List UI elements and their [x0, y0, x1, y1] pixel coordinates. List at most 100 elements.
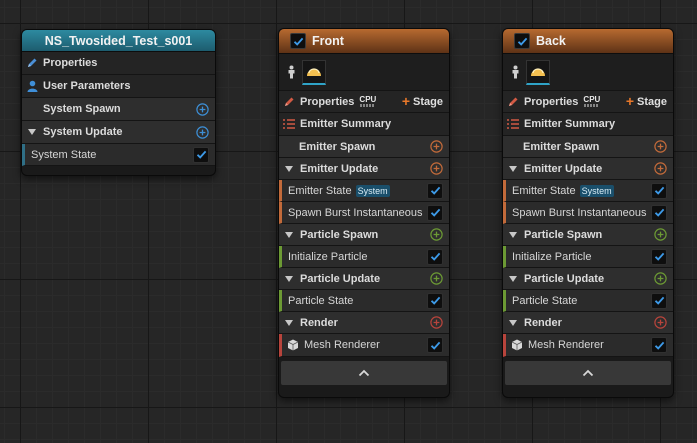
collapse-arrow-icon[interactable] — [285, 275, 293, 282]
plus-circle-icon[interactable] — [430, 272, 443, 285]
plus-circle-icon[interactable] — [654, 162, 667, 175]
system-properties-row[interactable]: Properties — [22, 52, 215, 75]
particle-spawn-row[interactable]: Particle Spawn — [503, 224, 673, 246]
system-spawn-label: System Spawn — [43, 103, 121, 115]
emitter-state-checkbox[interactable] — [427, 182, 443, 199]
checkmark-icon — [196, 150, 206, 159]
emitter-enabled-checkbox[interactable] — [514, 33, 530, 49]
emitter-properties-row[interactable]: Properties CPU + Stage — [279, 91, 449, 113]
initialize-particle-row[interactable]: Initialize Particle — [279, 246, 449, 268]
collapse-button[interactable] — [281, 361, 447, 385]
system-state-label: System State — [31, 148, 97, 161]
system-state-checkbox[interactable] — [193, 146, 209, 163]
add-stage-button[interactable]: + Stage — [626, 94, 667, 108]
emitter-header[interactable]: Back — [503, 29, 673, 54]
figure-icon — [511, 65, 520, 79]
mesh-renderer-label: Mesh Renderer — [528, 339, 604, 351]
render-row[interactable]: Render — [279, 312, 449, 334]
cube-icon — [287, 339, 299, 351]
emitter-spawn-row[interactable]: Emitter Spawn — [279, 136, 449, 158]
emitter-node-front[interactable]: Front Properties CPU + Stage Emitter Sum… — [278, 28, 450, 398]
collapse-button[interactable] — [505, 361, 671, 385]
plus-circle-icon[interactable] — [430, 140, 443, 153]
emitter-update-row[interactable]: Emitter Update — [279, 158, 449, 180]
collapse-arrow-icon[interactable] — [509, 165, 517, 172]
mesh-renderer-row[interactable]: Mesh Renderer — [503, 334, 673, 357]
collapse-arrow-icon[interactable] — [28, 129, 36, 135]
particle-state-checkbox[interactable] — [427, 292, 443, 309]
user-parameters-row[interactable]: User Parameters — [22, 75, 215, 98]
emitter-thumbnail[interactable] — [302, 59, 326, 85]
particle-spawn-row[interactable]: Particle Spawn — [279, 224, 449, 246]
spawn-burst-row[interactable]: Spawn Burst Instantaneous — [279, 202, 449, 224]
particle-state-row[interactable]: Particle State — [503, 290, 673, 312]
initialize-particle-row[interactable]: Initialize Particle — [503, 246, 673, 268]
collapse-arrow-icon[interactable] — [285, 319, 293, 326]
mesh-renderer-checkbox[interactable] — [651, 337, 667, 353]
emitter-state-row[interactable]: Emitter State System — [503, 180, 673, 202]
spawn-burst-checkbox[interactable] — [427, 204, 443, 221]
emitter-spawn-row[interactable]: Emitter Spawn — [503, 136, 673, 158]
cpu-icon: CPU — [359, 94, 377, 108]
plus-circle-icon[interactable] — [430, 316, 443, 329]
collapse-arrow-icon[interactable] — [285, 165, 293, 172]
emitter-update-row[interactable]: Emitter Update — [503, 158, 673, 180]
list-icon — [507, 119, 519, 129]
emitter-summary-row[interactable]: Emitter Summary — [503, 113, 673, 136]
plus-circle-icon[interactable] — [654, 272, 667, 285]
collapse-arrow-icon[interactable] — [509, 275, 517, 282]
initialize-particle-checkbox[interactable] — [427, 248, 443, 265]
add-stage-button[interactable]: + Stage — [402, 94, 443, 108]
spawn-burst-checkbox[interactable] — [651, 204, 667, 221]
emitter-header[interactable]: Front — [279, 29, 449, 54]
emitter-summary-row[interactable]: Emitter Summary — [279, 113, 449, 136]
particle-state-label: Particle State — [288, 294, 354, 307]
plus-circle-icon[interactable] — [654, 316, 667, 329]
chevron-up-icon — [582, 369, 594, 377]
collapse-arrow-icon[interactable] — [509, 319, 517, 326]
initialize-particle-checkbox[interactable] — [651, 248, 667, 265]
mesh-renderer-row[interactable]: Mesh Renderer — [279, 334, 449, 357]
particle-spawn-label: Particle Spawn — [300, 228, 379, 241]
particle-state-row[interactable]: Particle State — [279, 290, 449, 312]
system-node-title[interactable]: NS_Twosided_Test_s001 — [22, 30, 215, 52]
user-icon — [27, 80, 38, 92]
system-state-row[interactable]: System State — [22, 144, 215, 166]
cpu-label: CPU — [359, 94, 377, 104]
spawn-burst-row[interactable]: Spawn Burst Instantaneous — [503, 202, 673, 224]
emitter-node-back[interactable]: Back Properties CPU + Stage Emitter Summ… — [502, 28, 674, 398]
spawn-burst-label: Spawn Burst Instantaneous — [288, 206, 423, 219]
collapse-arrow-icon[interactable] — [509, 231, 517, 238]
plus-circle-icon[interactable] — [654, 228, 667, 241]
emitter-properties-row[interactable]: Properties CPU + Stage — [503, 91, 673, 113]
system-update-label: System Update — [43, 126, 123, 138]
system-update-row[interactable]: System Update — [22, 121, 215, 144]
emitter-state-label: Emitter State — [512, 184, 576, 197]
plus-circle-icon[interactable] — [196, 102, 209, 116]
emitter-update-label: Emitter Update — [300, 162, 379, 175]
plus-circle-icon[interactable] — [654, 140, 667, 153]
emitter-state-row[interactable]: Emitter State System — [279, 180, 449, 202]
checkmark-icon — [517, 37, 527, 46]
render-row[interactable]: Render — [503, 312, 673, 334]
emitter-state-checkbox[interactable] — [651, 182, 667, 199]
emitter-thumbnail[interactable] — [526, 59, 550, 85]
mesh-renderer-checkbox[interactable] — [427, 337, 443, 353]
particle-update-row[interactable]: Particle Update — [503, 268, 673, 290]
emitter-enabled-checkbox[interactable] — [290, 33, 306, 49]
plus-circle-icon[interactable] — [430, 162, 443, 175]
system-badge: System — [579, 184, 614, 197]
user-parameters-label: User Parameters — [43, 80, 131, 92]
system-node[interactable]: NS_Twosided_Test_s001 Properties User Pa… — [21, 29, 216, 176]
initialize-particle-label: Initialize Particle — [288, 250, 368, 263]
plus-circle-icon[interactable] — [430, 228, 443, 241]
emitter-thumbnail-row — [503, 54, 673, 91]
collapse-arrow-icon[interactable] — [285, 231, 293, 238]
system-spawn-row[interactable]: System Spawn — [22, 98, 215, 121]
spawn-burst-label: Spawn Burst Instantaneous — [512, 206, 647, 219]
system-badge: System — [355, 184, 390, 197]
particle-update-row[interactable]: Particle Update — [279, 268, 449, 290]
particle-state-checkbox[interactable] — [651, 292, 667, 309]
plus-circle-icon[interactable] — [196, 125, 209, 139]
checkmark-icon — [430, 208, 440, 217]
